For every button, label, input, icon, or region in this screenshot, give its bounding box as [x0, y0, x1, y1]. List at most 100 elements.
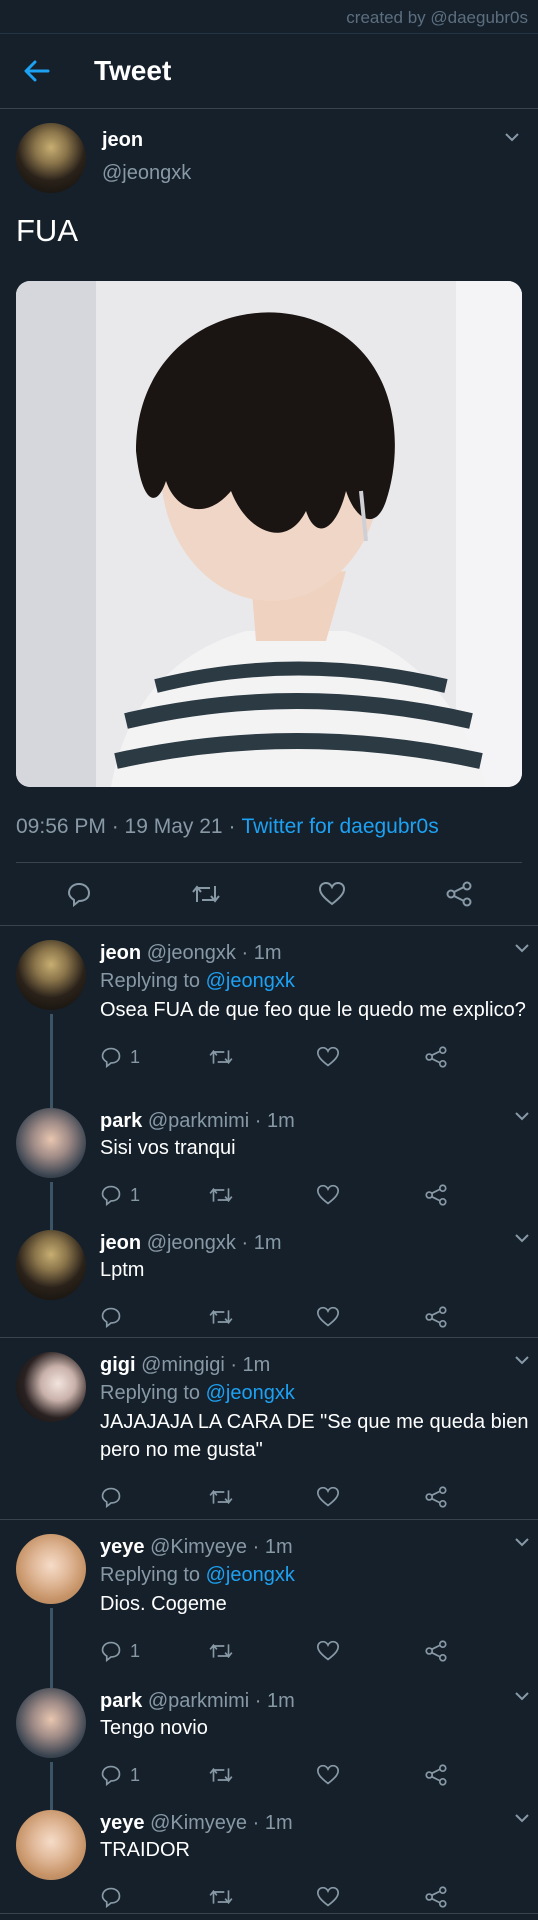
retweet-button[interactable]	[208, 1641, 316, 1661]
chevron-down-icon[interactable]	[512, 1808, 532, 1828]
chevron-down-icon[interactable]	[502, 127, 522, 147]
avatar[interactable]	[16, 1108, 86, 1178]
like-button[interactable]	[316, 1306, 424, 1328]
reply-button[interactable]: 1	[100, 1640, 208, 1662]
retweet-button[interactable]	[208, 1765, 316, 1785]
retweet-button[interactable]	[191, 879, 221, 909]
replying-to-link[interactable]: @jeongxk	[206, 1564, 295, 1586]
reply-tweet[interactable]: park @parkmimi · 1m Tengo novio 1	[0, 1674, 538, 1810]
like-button[interactable]	[316, 1184, 424, 1206]
reply-author-name[interactable]: park	[100, 1110, 142, 1132]
heart-icon	[316, 1184, 340, 1205]
heart-icon	[316, 1764, 340, 1785]
tweet-source[interactable]: Twitter for daegubr0s	[241, 815, 438, 839]
reply-button[interactable]: 1	[100, 1184, 208, 1206]
retweet-button[interactable]	[208, 1307, 316, 1327]
retweet-button[interactable]	[208, 1487, 316, 1507]
reply-tweet[interactable]: yeye @Kimyeye · 1m Replying to @jeongxk …	[0, 1520, 538, 1688]
like-button[interactable]	[316, 1640, 424, 1662]
reply-button[interactable]: 1	[100, 1046, 208, 1068]
reply-icon	[101, 1887, 121, 1908]
heart-icon	[316, 1486, 340, 1507]
tweet-author: jeon @jeongxk	[16, 109, 522, 209]
retweet-icon	[209, 1889, 233, 1905]
share-button[interactable]	[424, 1306, 532, 1328]
heart-icon	[316, 1886, 340, 1907]
reply-author-name[interactable]: jeon	[100, 1232, 141, 1254]
reply-author-name[interactable]: yeye	[100, 1812, 145, 1834]
author-handle[interactable]: @jeongxk	[102, 162, 191, 185]
replying-to-link[interactable]: @jeongxk	[206, 970, 295, 992]
share-button[interactable]	[424, 1764, 532, 1786]
share-button[interactable]	[424, 1640, 532, 1662]
tweet-time: 09:56 PM · 19 May 21 ·	[16, 814, 236, 838]
reply-tweet[interactable]: gigi @mingigi · 1m Replying to @jeongxk …	[0, 1338, 538, 1520]
reply-button[interactable]	[100, 1886, 208, 1908]
reply-meta: @Kimyeye · 1m	[150, 1812, 293, 1834]
share-icon	[425, 1046, 447, 1068]
retweet-icon	[209, 1049, 233, 1065]
reply-meta: @jeongxk · 1m	[146, 1232, 282, 1254]
reply-icon	[101, 1487, 121, 1508]
top-bar: Tweet	[0, 34, 538, 109]
reply-button[interactable]	[100, 1306, 208, 1328]
tweet-actions	[16, 863, 522, 925]
share-button[interactable]	[424, 1886, 532, 1908]
reply-text: JAJAJAJA LA CARA DE "Se que me queda bie…	[100, 1411, 529, 1461]
heart-icon	[316, 1306, 340, 1327]
like-button[interactable]	[316, 1886, 424, 1908]
reply-author-name[interactable]: gigi	[100, 1354, 136, 1376]
tweet-photo[interactable]	[16, 281, 522, 787]
reply-icon	[101, 1047, 121, 1068]
reply-author-name[interactable]: yeye	[100, 1536, 145, 1558]
avatar[interactable]	[16, 1810, 86, 1880]
like-button[interactable]	[316, 1764, 424, 1786]
chevron-down-icon[interactable]	[512, 1532, 532, 1552]
retweet-icon	[209, 1643, 233, 1659]
replying-label: Replying to	[100, 1382, 201, 1404]
back-button[interactable]	[0, 34, 70, 109]
reply-count: 1	[130, 1764, 141, 1785]
retweet-button[interactable]	[208, 1887, 316, 1907]
chevron-down-icon[interactable]	[512, 1228, 532, 1248]
reply-count: 1	[130, 1184, 141, 1205]
reply-author-name[interactable]: jeon	[100, 942, 141, 964]
reply-meta: @parkmimi · 1m	[147, 1110, 295, 1132]
reply-meta: @mingigi · 1m	[141, 1354, 271, 1376]
share-button[interactable]	[424, 1046, 532, 1068]
like-button[interactable]	[316, 1486, 424, 1508]
retweet-button[interactable]	[208, 1047, 316, 1067]
reply-button[interactable]	[64, 879, 94, 909]
share-button[interactable]	[424, 1184, 532, 1206]
like-button[interactable]	[317, 879, 347, 909]
reply-tweet[interactable]: park @parkmimi · 1m Sisi vos tranqui 1	[0, 1094, 538, 1230]
chevron-down-icon[interactable]	[512, 1106, 532, 1126]
avatar[interactable]	[16, 123, 86, 193]
replying-to-link[interactable]: @jeongxk	[206, 1382, 295, 1404]
author-name[interactable]: jeon	[102, 129, 191, 152]
reply-button[interactable]	[100, 1486, 208, 1508]
heart-icon	[316, 1640, 340, 1661]
avatar[interactable]	[16, 1688, 86, 1758]
avatar[interactable]	[16, 1534, 86, 1604]
reply-tweet[interactable]: jeon @jeongxk · 1m Replying to @jeongxk …	[0, 926, 538, 1108]
retweet-button[interactable]	[208, 1185, 316, 1205]
avatar[interactable]	[16, 1352, 86, 1422]
share-button[interactable]	[444, 879, 474, 909]
chevron-down-icon[interactable]	[512, 938, 532, 958]
reply-tweet[interactable]: yeye @Kimyeye · 1m TRAIDOR	[0, 1796, 538, 1914]
like-button[interactable]	[316, 1046, 424, 1068]
share-button[interactable]	[424, 1486, 532, 1508]
avatar[interactable]	[16, 1230, 86, 1300]
reply-icon	[101, 1307, 121, 1328]
reply-tweet[interactable]: jeon @jeongxk · 1m Lptm	[0, 1216, 538, 1338]
reply-meta: @Kimyeye · 1m	[150, 1536, 293, 1558]
reply-count: 1	[130, 1046, 141, 1067]
avatar[interactable]	[16, 940, 86, 1010]
reply-text: Lptm	[100, 1259, 145, 1281]
reply-button[interactable]: 1	[100, 1764, 208, 1786]
reply-author-name[interactable]: park	[100, 1690, 142, 1712]
share-icon	[425, 1184, 447, 1206]
chevron-down-icon[interactable]	[512, 1350, 532, 1370]
chevron-down-icon[interactable]	[512, 1686, 532, 1706]
